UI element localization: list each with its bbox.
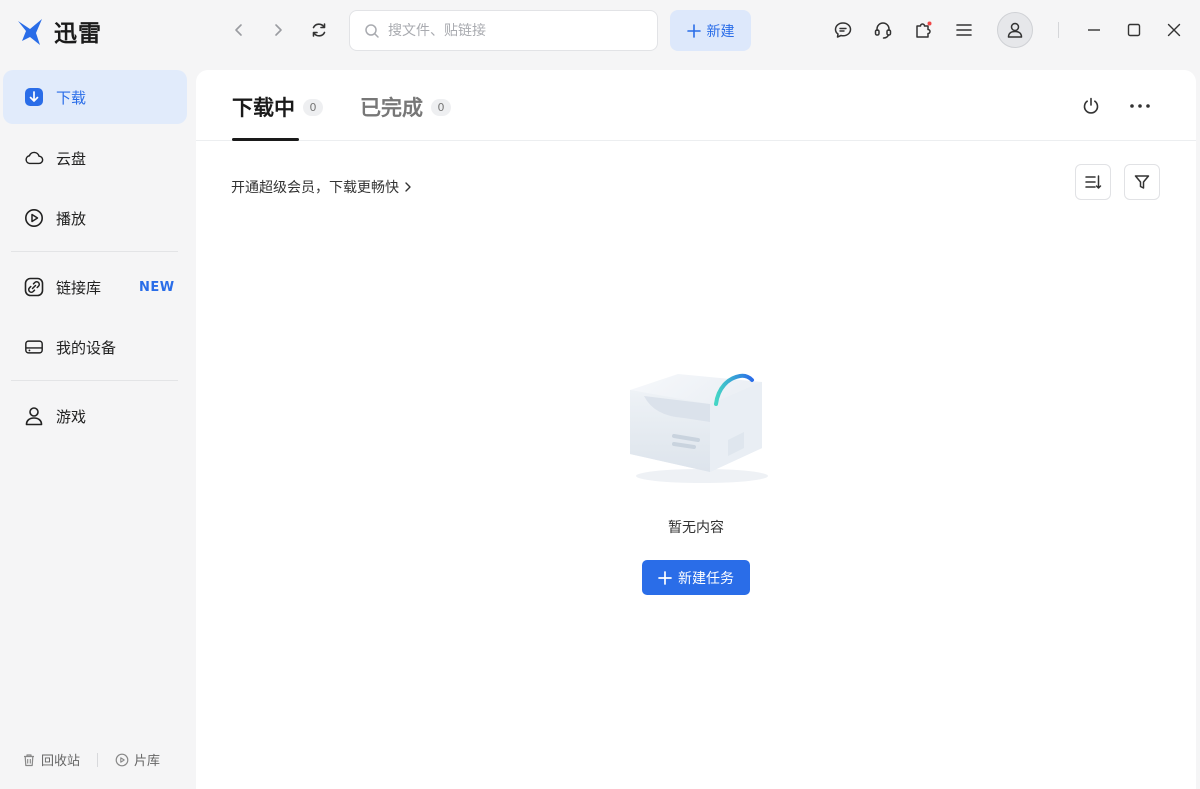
filter-icon <box>1134 175 1150 189</box>
sidebar-item-cloud[interactable]: 云盘 <box>3 131 187 185</box>
plugins-button[interactable] <box>911 18 935 42</box>
user-avatar[interactable] <box>997 12 1033 48</box>
more-options-button[interactable] <box>1127 93 1153 119</box>
chevron-right-icon <box>275 24 282 36</box>
headset-icon <box>874 22 892 39</box>
sort-button[interactable] <box>1075 164 1111 200</box>
link-icon <box>24 277 44 297</box>
puzzle-icon <box>916 21 932 38</box>
recycle-bin-link[interactable]: 回收站 <box>22 750 80 769</box>
maximize-icon <box>1127 23 1141 37</box>
sidebar-divider <box>11 251 178 252</box>
user-icon <box>1007 22 1023 38</box>
sidebar-item-games[interactable]: 游戏 <box>3 389 187 443</box>
tab-completed[interactable]: 已完成 0 <box>360 92 451 122</box>
search-icon <box>365 23 379 38</box>
close-button[interactable] <box>1160 16 1188 44</box>
shutdown-after-download-button[interactable] <box>1078 93 1104 119</box>
film-library-link[interactable]: 片库 <box>115 750 160 769</box>
film-library-label: 片库 <box>134 754 161 769</box>
hamburger-menu-icon <box>956 24 972 36</box>
chat-bubble-icon <box>834 22 852 38</box>
download-tabs: 下载中 0 已完成 0 <box>196 70 1196 141</box>
chevron-right-icon <box>405 182 411 192</box>
sidebar-item-download[interactable]: 下载 <box>3 70 187 124</box>
vip-promo-link[interactable]: 开通超级会员，下载更畅快 <box>231 177 413 197</box>
new-task-button[interactable]: 新建任务 <box>642 560 750 595</box>
minimize-button[interactable] <box>1080 16 1108 44</box>
sidebar-item-label: 播放 <box>56 209 87 228</box>
close-icon <box>1167 23 1181 37</box>
tab-count-badge: 0 <box>431 98 451 116</box>
refresh-icon <box>312 23 326 37</box>
new-badge: NEW <box>139 279 175 295</box>
plus-icon <box>658 570 672 585</box>
empty-box-illustration <box>630 373 768 483</box>
trash-icon <box>24 753 34 766</box>
footer-separator <box>97 752 99 767</box>
sidebar-item-play[interactable]: 播放 <box>3 191 187 245</box>
sidebar-item-label: 云盘 <box>56 149 87 168</box>
tab-label: 下载中 <box>232 96 295 120</box>
recycle-bin-label: 回收站 <box>41 754 81 769</box>
download-panel: 下载中 0 已完成 0 开通超级会员，下载更畅快 暂无内容 新建任务 <box>196 70 1196 789</box>
messages-button[interactable] <box>831 18 855 42</box>
minimize-icon <box>1088 29 1100 31</box>
new-task-label: 新建任务 <box>678 570 734 587</box>
active-tab-indicator <box>232 138 299 141</box>
empty-state-text: 暂无内容 <box>668 520 724 536</box>
customer-service-button[interactable] <box>871 18 895 42</box>
new-button[interactable]: 新建 <box>670 10 751 51</box>
refresh-button[interactable] <box>306 17 332 43</box>
xunlei-window: 迅雷 新建 <box>0 0 1200 789</box>
maximize-button[interactable] <box>1120 16 1148 44</box>
plus-icon <box>686 23 701 38</box>
main-menu-button[interactable] <box>952 18 976 42</box>
back-button[interactable] <box>226 17 252 43</box>
app-logo: 迅雷 <box>16 14 102 48</box>
app-name: 迅雷 <box>54 21 102 47</box>
tab-label: 已完成 <box>360 96 423 120</box>
game-icon <box>24 406 44 426</box>
sidebar-item-label: 游戏 <box>56 407 87 426</box>
search-input[interactable] <box>388 22 638 39</box>
sidebar-item-label: 我的设备 <box>56 338 117 357</box>
device-icon <box>24 337 44 357</box>
promo-text: 开通超级会员，下载更畅快 <box>231 180 399 196</box>
tab-downloading[interactable]: 下载中 0 <box>232 92 323 122</box>
film-library-icon <box>115 753 129 766</box>
search-box[interactable] <box>349 10 658 51</box>
sidebar-item-my-devices[interactable]: 我的设备 <box>3 320 187 374</box>
chevron-left-icon <box>235 24 242 36</box>
sidebar-item-label: 链接库 <box>56 278 102 297</box>
new-button-label: 新建 <box>706 23 735 40</box>
sidebar: 下载 云盘 播放 链接库 NEW 我的设备 游戏 回收站 片库 <box>0 62 196 789</box>
more-dots-icon <box>1130 104 1150 108</box>
xunlei-bird-icon <box>18 19 42 45</box>
sidebar-footer: 回收站 片库 <box>22 750 160 769</box>
filter-button[interactable] <box>1124 164 1160 200</box>
title-bar: 迅雷 新建 <box>0 0 1200 62</box>
sidebar-divider <box>11 380 178 381</box>
titlebar-divider <box>1058 22 1059 38</box>
tab-count-badge: 0 <box>303 98 323 116</box>
power-icon <box>1083 97 1099 114</box>
sort-icon <box>1085 175 1102 189</box>
cloud-icon <box>24 148 44 168</box>
play-icon <box>24 208 44 228</box>
download-icon <box>24 87 44 107</box>
forward-button[interactable] <box>265 17 291 43</box>
sidebar-item-link-library[interactable]: 链接库 NEW <box>3 260 187 314</box>
sidebar-item-label: 下载 <box>56 88 87 107</box>
